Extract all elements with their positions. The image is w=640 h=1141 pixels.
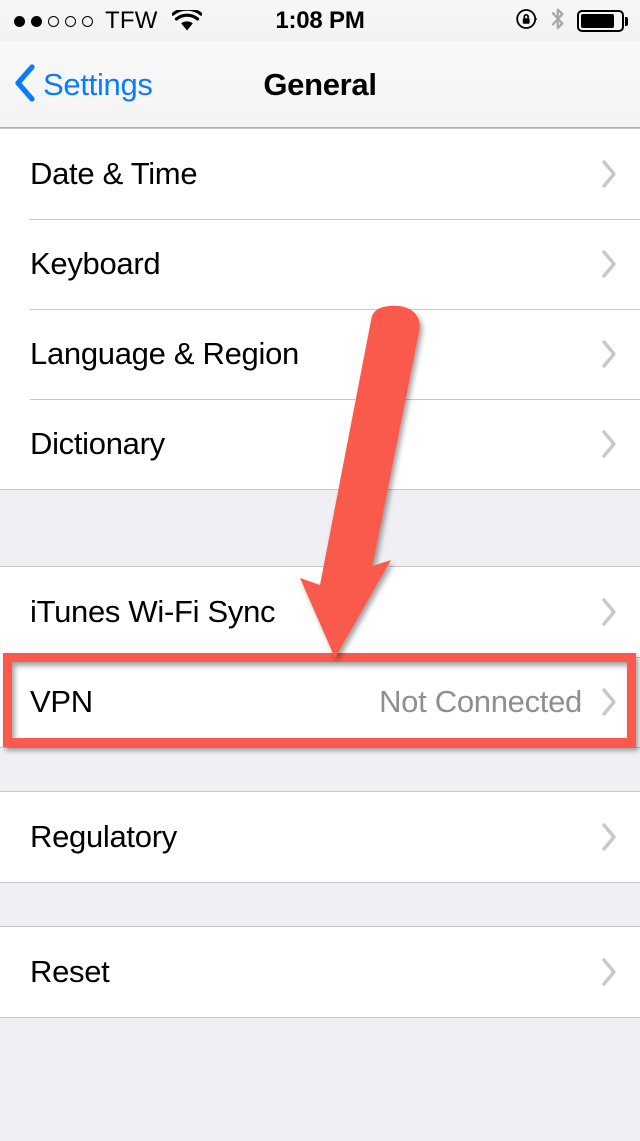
section-gap-3	[0, 883, 640, 926]
settings-group-3: Regulatory	[0, 791, 640, 883]
settings-row-regulatory[interactable]: Regulatory	[0, 792, 640, 882]
chevron-right-icon	[600, 429, 618, 459]
section-gap-2	[0, 748, 640, 791]
page-title: General	[263, 67, 377, 102]
row-label: Date & Time	[30, 156, 198, 191]
chevron-right-icon	[600, 687, 618, 717]
settings-table-view: Date & Time Keyboard Language & Region D…	[0, 128, 640, 1018]
settings-row-date-and-time[interactable]: Date & Time	[0, 129, 640, 219]
chevron-right-icon	[600, 957, 618, 987]
settings-row-itunes-wifi-sync[interactable]: iTunes Wi-Fi Sync	[0, 567, 640, 657]
signal-dot-5	[82, 15, 93, 27]
navigation-bar: Settings General	[0, 42, 640, 128]
settings-row-vpn[interactable]: VPN Not Connected	[0, 657, 640, 747]
signal-dot-1	[14, 15, 25, 27]
chevron-left-icon	[14, 63, 36, 107]
signal-dot-2	[31, 15, 42, 27]
status-bar: TFW 1:08 PM	[0, 0, 640, 42]
chevron-right-icon	[600, 822, 618, 852]
row-label: Language & Region	[30, 336, 299, 371]
bluetooth-icon	[550, 6, 566, 37]
signal-strength-dots	[14, 15, 93, 27]
back-button[interactable]: Settings	[14, 42, 153, 128]
status-bar-left: TFW	[14, 0, 202, 42]
settings-row-reset[interactable]: Reset	[0, 927, 640, 1017]
battery-icon	[576, 10, 628, 32]
row-label: VPN	[30, 684, 93, 719]
clock-label: 1:08 PM	[275, 7, 365, 34]
row-label: Regulatory	[30, 819, 177, 854]
rotation-lock-icon	[515, 7, 539, 36]
wifi-icon	[171, 10, 202, 32]
row-label: iTunes Wi-Fi Sync	[30, 594, 276, 629]
section-gap-1	[0, 490, 640, 566]
signal-dot-4	[65, 15, 76, 27]
row-label: Keyboard	[30, 246, 161, 281]
row-label: Reset	[30, 954, 110, 989]
signal-dot-3	[48, 15, 59, 27]
settings-group-4: Reset	[0, 926, 640, 1018]
row-label: Dictionary	[30, 426, 165, 461]
settings-row-keyboard[interactable]: Keyboard	[0, 219, 640, 309]
chevron-right-icon	[600, 249, 618, 279]
chevron-right-icon	[600, 159, 618, 189]
status-bar-right	[515, 0, 628, 42]
chevron-right-icon	[600, 597, 618, 627]
settings-row-dictionary[interactable]: Dictionary	[0, 399, 640, 489]
back-button-label: Settings	[43, 67, 153, 102]
vpn-status-value: Not Connected	[379, 684, 582, 719]
carrier-label: TFW	[105, 7, 158, 34]
settings-row-language-and-region[interactable]: Language & Region	[0, 309, 640, 399]
settings-group-1: Date & Time Keyboard Language & Region D…	[0, 128, 640, 490]
chevron-right-icon	[600, 339, 618, 369]
settings-group-2: iTunes Wi-Fi Sync VPN Not Connected	[0, 566, 640, 748]
